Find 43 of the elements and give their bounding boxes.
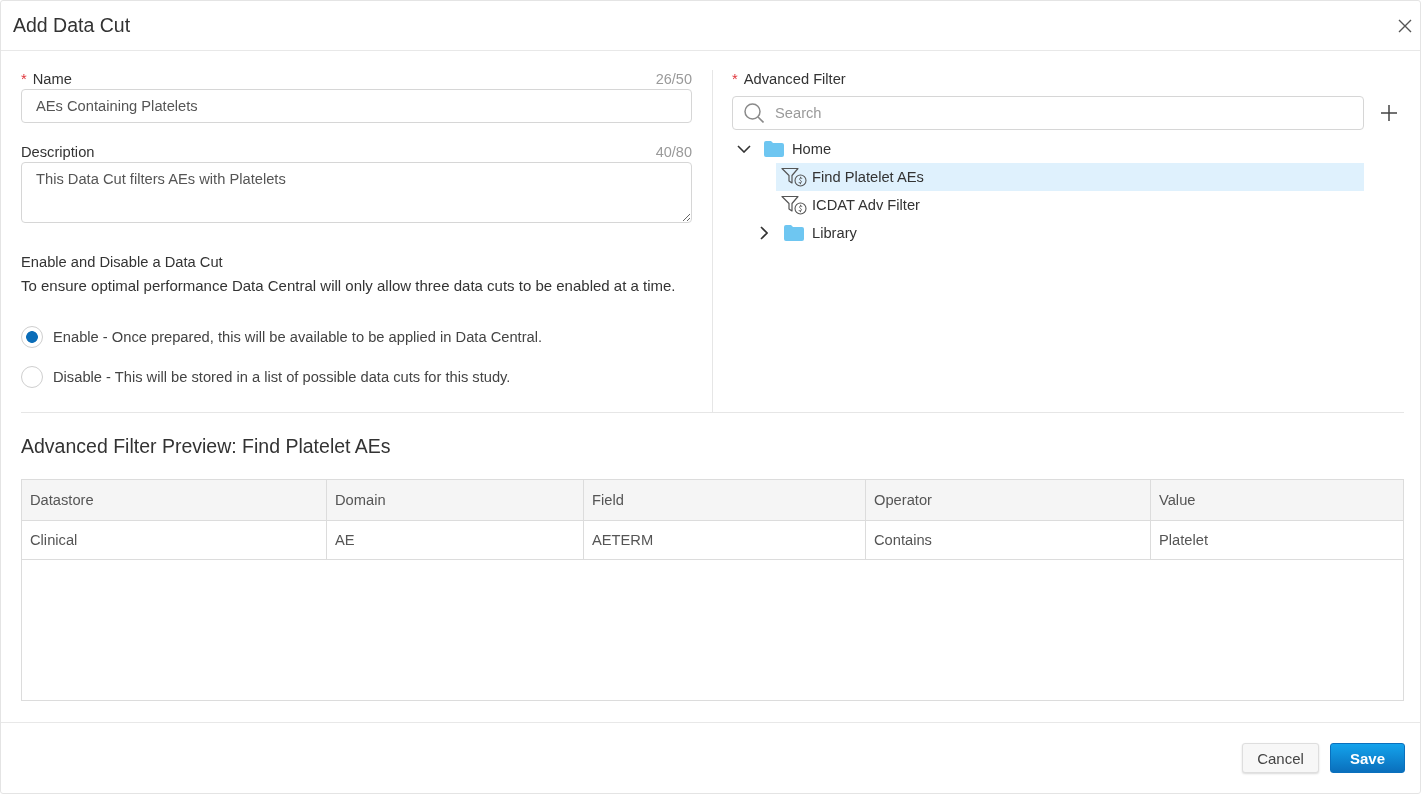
folder-icon xyxy=(784,225,804,241)
character-counter: 26/50 xyxy=(655,71,692,87)
name-input[interactable]: AEs Containing Platelets xyxy=(21,89,692,123)
required-mark: * xyxy=(732,71,738,87)
table-cell: Contains xyxy=(866,521,1151,559)
funnel-icon xyxy=(781,195,807,215)
column-header: Domain xyxy=(327,480,584,520)
radio-label: Disable - This will be stored in a list of possible data cuts for this study. xyxy=(53,369,511,385)
dialog-title: Add Data Cut xyxy=(13,14,131,37)
save-button[interactable]: Save xyxy=(1330,743,1405,773)
close-icon[interactable] xyxy=(1398,18,1412,33)
description-textarea[interactable]: This Data Cut filters AEs with Platelets xyxy=(21,162,692,223)
tree-node[interactable]: Library xyxy=(776,219,862,247)
tree-node[interactable]: ICDAT Adv Filter xyxy=(776,191,925,219)
table-cell-text: Platelet xyxy=(1158,531,1209,550)
column-header: Value xyxy=(1158,491,1197,510)
section-heading: Enable and Disable a Data Cut xyxy=(21,253,224,272)
table-cell: AE xyxy=(327,521,584,559)
section-note: To ensure optimal performance Data Central will only allow three data cuts to be enabled at a time. xyxy=(21,276,677,296)
field-label: Description xyxy=(21,144,95,160)
chevron-right-icon[interactable] xyxy=(760,226,768,240)
preview-title: Advanced Filter Preview: Find Platelet AEs xyxy=(21,434,392,458)
field-label: Name xyxy=(32,71,72,87)
character-counter: 40/80 xyxy=(655,144,692,160)
search-icon xyxy=(744,103,764,123)
radio-button[interactable] xyxy=(21,366,43,388)
chevron-down-icon[interactable] xyxy=(737,145,751,153)
column-header: Operator xyxy=(866,480,1151,520)
radio-button[interactable] xyxy=(21,326,43,348)
funnel-icon xyxy=(781,167,807,187)
search-field[interactable]: Search xyxy=(732,96,1364,130)
column-header: Field xyxy=(584,480,866,520)
tree-node[interactable]: Home xyxy=(756,135,837,163)
table-cell: Clinical xyxy=(22,521,327,559)
folder-icon xyxy=(764,141,784,157)
cancel-button[interactable]: Cancel xyxy=(1242,743,1319,773)
radio-label: Enable - Once prepared, this will be available to be applied in Data Central. xyxy=(53,329,543,345)
plus-icon[interactable] xyxy=(1381,105,1397,121)
table-cell: AETERM xyxy=(584,521,866,559)
column-header: Datastore xyxy=(22,480,327,520)
tree-node[interactable]: Find Platelet AEs xyxy=(776,163,1364,191)
field-label: Advanced Filter xyxy=(743,71,846,87)
required-mark: * xyxy=(21,71,27,87)
